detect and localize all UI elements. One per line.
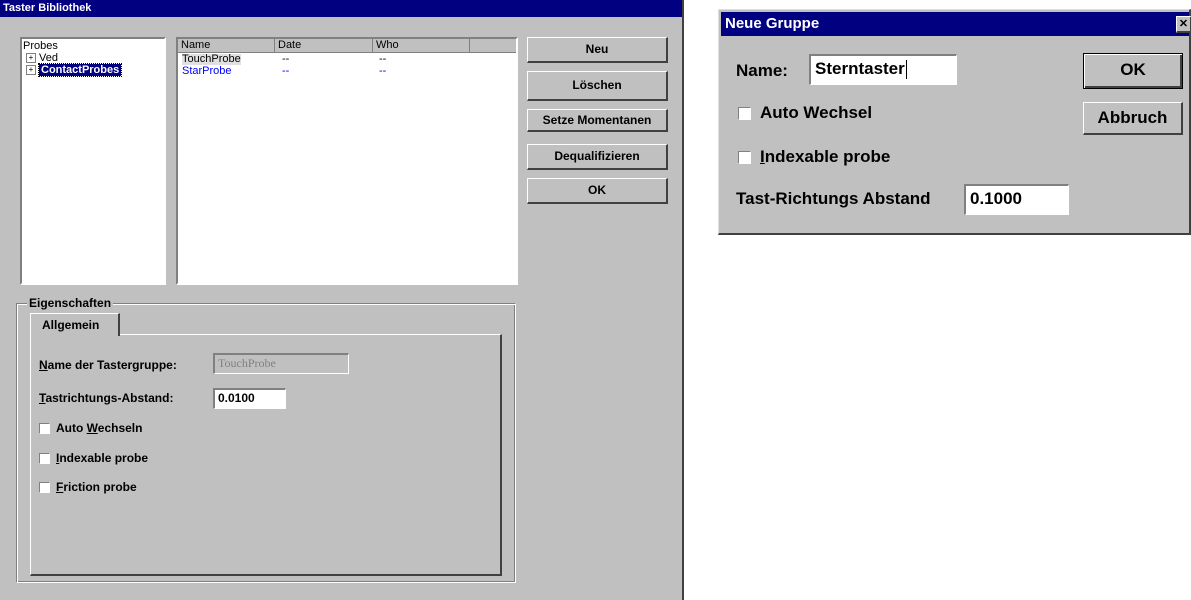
indexable-probe-checkbox[interactable]: [39, 453, 50, 464]
dialog-name-label: Name:: [736, 61, 788, 80]
setze-momentanen-button[interactable]: Setze Momentanen: [527, 109, 668, 132]
indexable-probe-label: Indexable probe: [56, 451, 148, 465]
row-who: --: [379, 53, 387, 65]
close-icon[interactable]: ✕: [1176, 16, 1191, 33]
dialog-title: Neue Gruppe: [725, 15, 820, 32]
dialog-auto-wechsel-checkbox[interactable]: [738, 107, 751, 120]
dialog-titlebar: Neue Gruppe ✕: [721, 12, 1191, 36]
dialog-indexable-label: Indexable probe: [760, 147, 890, 167]
dialog-ok-button[interactable]: OK: [1083, 53, 1183, 89]
dialog-indexable-checkbox[interactable]: [738, 151, 751, 164]
dialog-distance-label: Tast-Richtungs Abstand: [736, 189, 931, 208]
taster-bibliothek-window: Taster Bibliothek Probes + Ved + ContactPr…: [0, 0, 684, 600]
dialog-auto-wechsel-label: Auto Wechsel: [760, 103, 873, 122]
tastrichtungs-abstand-input[interactable]: 0.0100: [213, 388, 286, 409]
row-date: --: [282, 53, 290, 65]
tree-item-label: ContactProbes: [37, 63, 123, 77]
dialog-name-input[interactable]: Sterntaster: [809, 54, 957, 85]
tab-allgemein[interactable]: Allgemein: [30, 313, 120, 336]
input-value: Sterntaster: [815, 59, 905, 78]
name-der-tastergruppe-field: TouchProbe: [213, 353, 349, 374]
label-part: riction probe: [63, 480, 137, 494]
expand-icon[interactable]: +: [26, 53, 36, 64]
friction-probe-label: Friction probe: [56, 480, 137, 494]
tree-root[interactable]: Probes: [23, 40, 58, 52]
label-part: Auto: [56, 421, 87, 435]
eigenschaften-label: Eigenschaften: [27, 296, 114, 310]
auto-wechseln-label: Auto Wechseln: [56, 421, 142, 435]
label-rest: ame der Tastergruppe:: [47, 358, 177, 372]
tastrichtungs-abstand-label: Tastrichtungs-Abstand:: [39, 391, 173, 405]
row-who: --: [379, 65, 387, 77]
column-header-date[interactable]: Date: [275, 39, 373, 53]
label-part: ndexable probe: [59, 451, 149, 465]
probe-tree[interactable]: Probes + Ved + ContactProbes: [20, 37, 166, 285]
label-mnemonic: W: [86, 421, 98, 435]
label-part: ndexable probe: [764, 147, 891, 166]
label-mnemonic: N: [39, 358, 48, 372]
loeschen-button[interactable]: Löschen: [527, 71, 668, 101]
row-date: --: [282, 65, 290, 77]
window-title: Taster Bibliothek: [0, 0, 682, 17]
row-name: StarProbe: [182, 65, 232, 77]
column-header-name[interactable]: Name: [178, 39, 275, 53]
ok-button[interactable]: OK: [527, 178, 668, 204]
label-rest: astrichtungs-Abstand:: [45, 391, 174, 405]
name-der-tastergruppe-label: Name der Tastergruppe:: [39, 358, 177, 372]
dequalifizieren-button[interactable]: Dequalifizieren: [527, 144, 668, 170]
text-caret: [905, 60, 907, 80]
neue-gruppe-dialog: Neue Gruppe ✕ Name: Sterntaster Auto Wec…: [718, 9, 1191, 235]
column-header-who[interactable]: Who: [373, 39, 470, 53]
probe-list[interactable]: Name Date Who TouchProbe -- -- StarProbe…: [176, 37, 518, 285]
label-part: echseln: [97, 421, 143, 435]
auto-wechseln-checkbox[interactable]: [39, 423, 50, 434]
row-name: TouchProbe: [182, 53, 241, 65]
tree-item-contactprobes[interactable]: + ContactProbes: [26, 63, 123, 77]
tree-item-label: Ved: [39, 52, 58, 64]
table-row[interactable]: TouchProbe -- --: [178, 54, 516, 65]
neu-button[interactable]: Neu: [527, 37, 668, 63]
tree-item-ved[interactable]: + Ved: [26, 52, 58, 64]
column-header-filler: [470, 39, 516, 53]
dialog-abbruch-button[interactable]: Abbruch: [1083, 102, 1183, 135]
expand-icon[interactable]: +: [26, 65, 36, 76]
table-row[interactable]: StarProbe -- --: [178, 66, 516, 77]
tab-label: Allgemein: [42, 318, 100, 332]
dialog-distance-input[interactable]: 0.1000: [964, 184, 1069, 215]
friction-probe-checkbox[interactable]: [39, 482, 50, 493]
